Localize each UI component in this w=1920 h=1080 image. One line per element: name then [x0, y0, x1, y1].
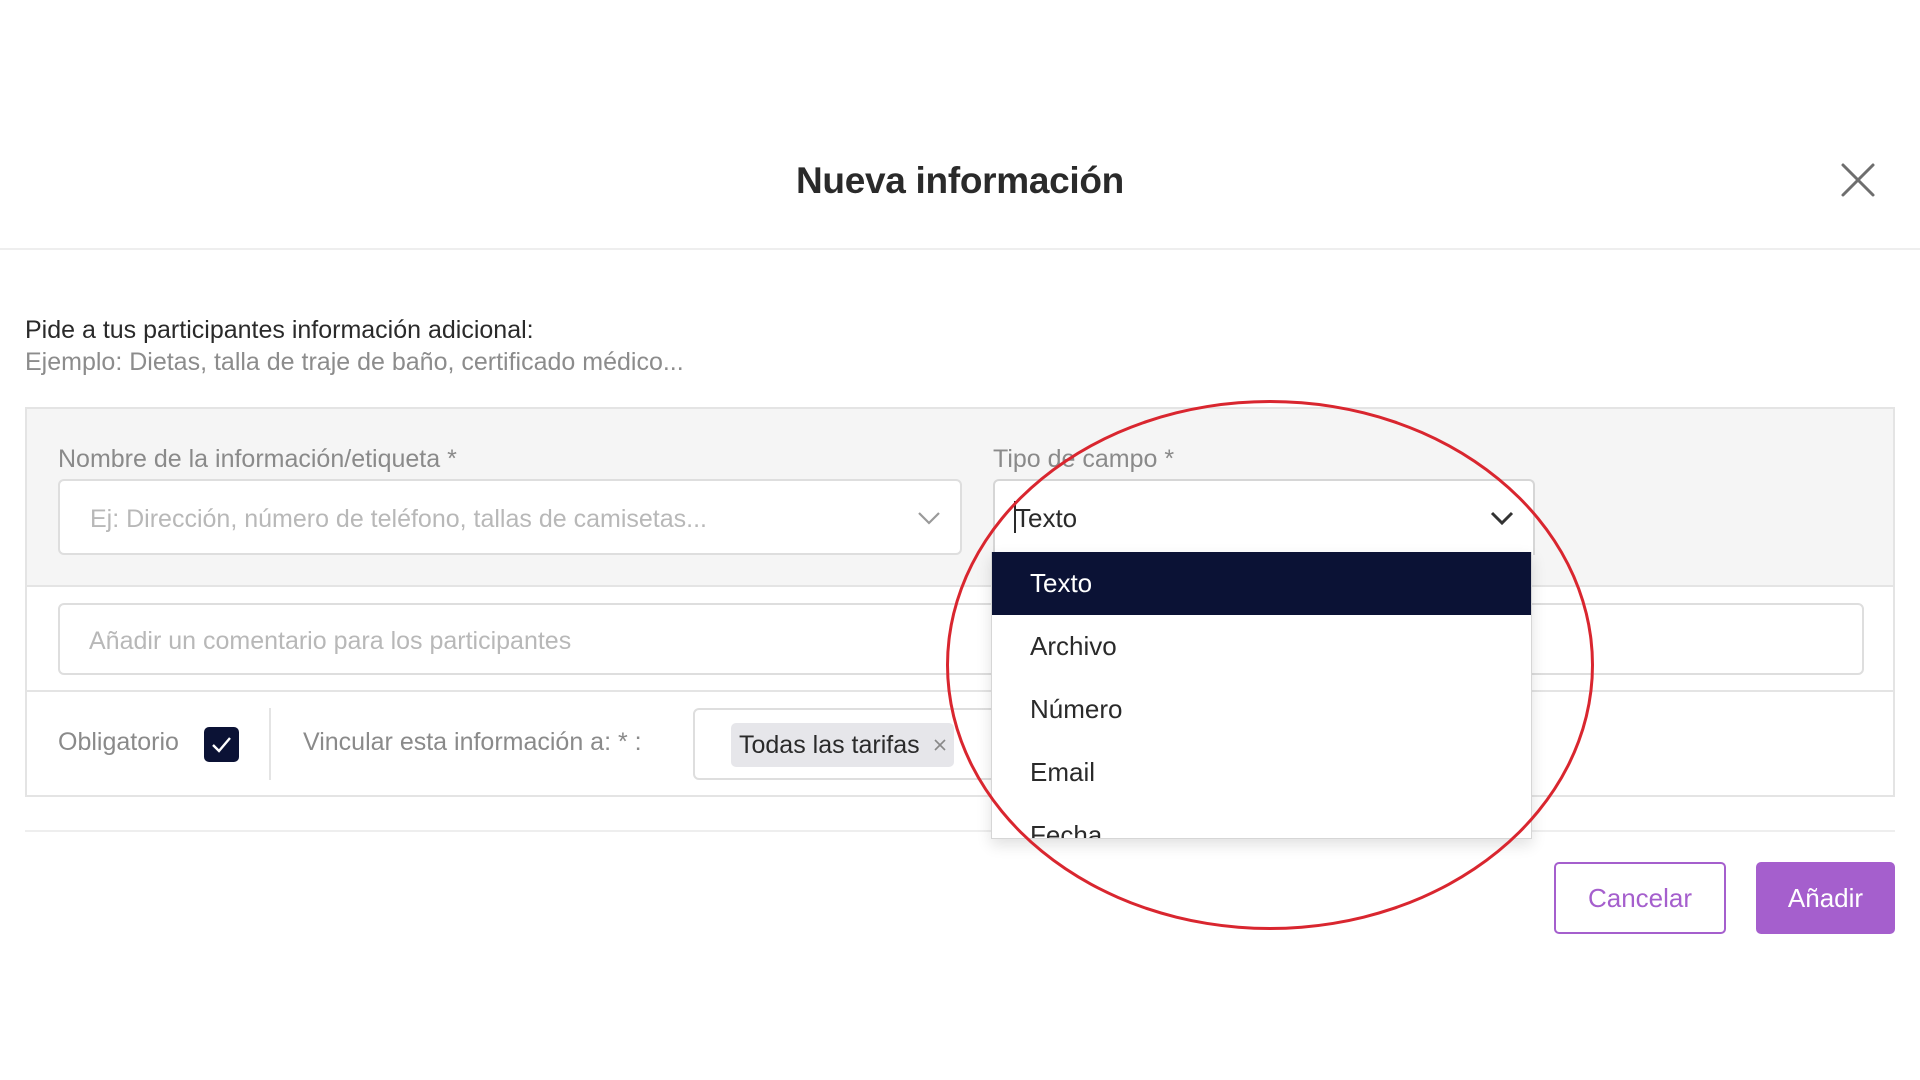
type-field-label: Tipo de campo * — [993, 445, 1175, 473]
dropdown-option-email[interactable]: Email — [992, 741, 1531, 804]
chevron-down-icon — [918, 512, 940, 525]
obligatorio-label: Obligatorio — [58, 728, 179, 756]
field-type-value: Texto — [1015, 503, 1078, 533]
form-row-options: Obligatorio Vincular esta información a:… — [27, 692, 1893, 797]
name-select-input[interactable]: Ej: Dirección, número de teléfono, talla… — [58, 479, 962, 555]
field-type-select[interactable]: Texto — [993, 479, 1535, 555]
tarifas-select[interactable]: Todas las tarifas — [693, 708, 1013, 780]
form-row-comment: Añadir un comentario para los participan… — [27, 587, 1893, 692]
intro-title: Pide a tus participantes información adi… — [25, 316, 534, 344]
cancel-button[interactable]: Cancelar — [1554, 862, 1726, 934]
dropdown-option-texto[interactable]: Texto — [992, 552, 1531, 615]
name-placeholder: Ej: Dirección, número de teléfono, talla… — [90, 505, 707, 533]
modal-dialog: Nueva información Pide a tus participant… — [0, 0, 1920, 1080]
obligatorio-checkbox[interactable] — [204, 727, 239, 762]
tag-chip: Todas las tarifas — [731, 723, 954, 767]
check-icon — [212, 737, 231, 753]
comment-placeholder: Añadir un comentario para los participan… — [89, 627, 572, 655]
dropdown-option-numero[interactable]: Número — [992, 678, 1531, 741]
vincular-label: Vincular esta información a: * : — [303, 728, 642, 756]
tag-label: Todas las tarifas — [739, 731, 920, 759]
modal-title: Nueva información — [796, 160, 1124, 201]
add-button[interactable]: Añadir — [1756, 862, 1895, 934]
modal-header: Nueva información — [0, 120, 1920, 250]
close-button[interactable] — [1838, 160, 1878, 200]
intro-example: Ejemplo: Dietas, talla de traje de baño,… — [25, 348, 684, 376]
name-field-label: Nombre de la información/etiqueta * — [58, 445, 457, 473]
comment-input[interactable]: Añadir un comentario para los participan… — [58, 603, 1864, 675]
form-row-name-type: Nombre de la información/etiqueta * Tipo… — [27, 409, 1893, 587]
dropdown-option-archivo[interactable]: Archivo — [992, 615, 1531, 678]
chevron-down-icon — [1490, 511, 1514, 526]
close-icon — [1841, 163, 1875, 197]
x-icon[interactable] — [932, 737, 948, 753]
divider — [269, 708, 271, 780]
dropdown-option-fecha[interactable]: Fecha — [992, 804, 1531, 838]
form-panel: Nombre de la información/etiqueta * Tipo… — [25, 407, 1895, 797]
field-type-dropdown: Texto Archivo Número Email Fecha — [991, 552, 1532, 839]
footer-separator — [25, 830, 1895, 832]
